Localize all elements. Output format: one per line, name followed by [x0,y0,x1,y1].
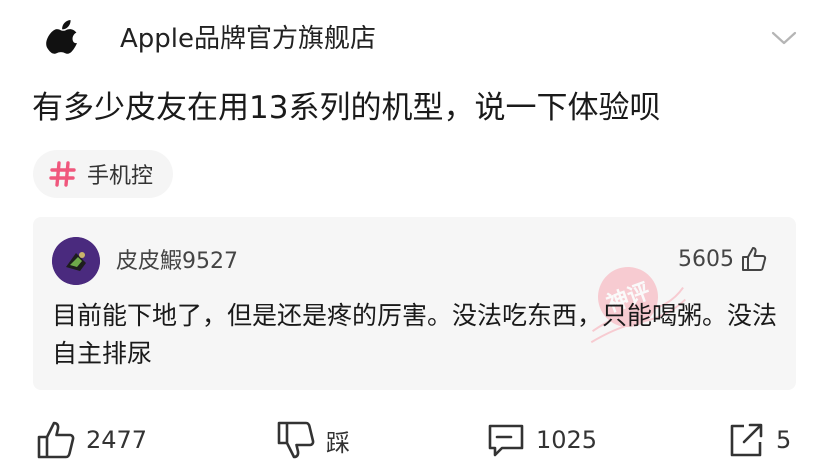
post-header: Apple品牌官方旗舰店 [0,0,828,80]
hashtag-icon [49,161,76,187]
comment-text: 目前能下地了，但是还是疼的厉害。没法吃东西，只能喝粥。没法自主排尿 [52,301,778,368]
thumbs-up-icon [742,247,767,271]
commenter-name[interactable]: 皮皮鰕9527 [116,247,238,277]
share-count: 5 [776,426,792,454]
avatar[interactable] [52,237,100,285]
chevron-down-icon[interactable] [770,28,798,48]
comment-like-count: 5605 [678,246,734,272]
brand-name[interactable]: Apple品牌官方旗舰店 [120,22,376,56]
avatar-image [52,237,100,285]
action-bar: 2477 踩 1025 5 [0,412,828,467]
comments-button[interactable]: 1025 [486,420,597,460]
comment-like-button[interactable]: 5605 [678,245,768,273]
like-count: 2477 [86,426,148,454]
thumbs-up-icon [37,421,75,459]
topic-tag-label: 手机控 [87,164,154,189]
post-title[interactable]: 有多少皮友在用13系列的机型，说一下体验呗 [32,86,802,130]
comment-count: 1025 [536,426,598,454]
featured-comment[interactable]: 神评 皮皮鰕9527 5605 目前能下地了，但是还是疼的厉害。没法吃东西，只能… [33,217,796,390]
thumbs-down-icon [277,421,315,459]
like-button[interactable]: 2477 [36,420,147,460]
share-icon [730,423,763,457]
apple-logo-icon[interactable] [46,18,82,58]
dislike-button[interactable]: 踩 [276,420,350,460]
share-button[interactable]: 5 [726,420,791,460]
topic-tag[interactable]: 手机控 [33,150,174,198]
comment-icon [488,424,524,457]
dislike-label: 踩 [326,428,350,457]
